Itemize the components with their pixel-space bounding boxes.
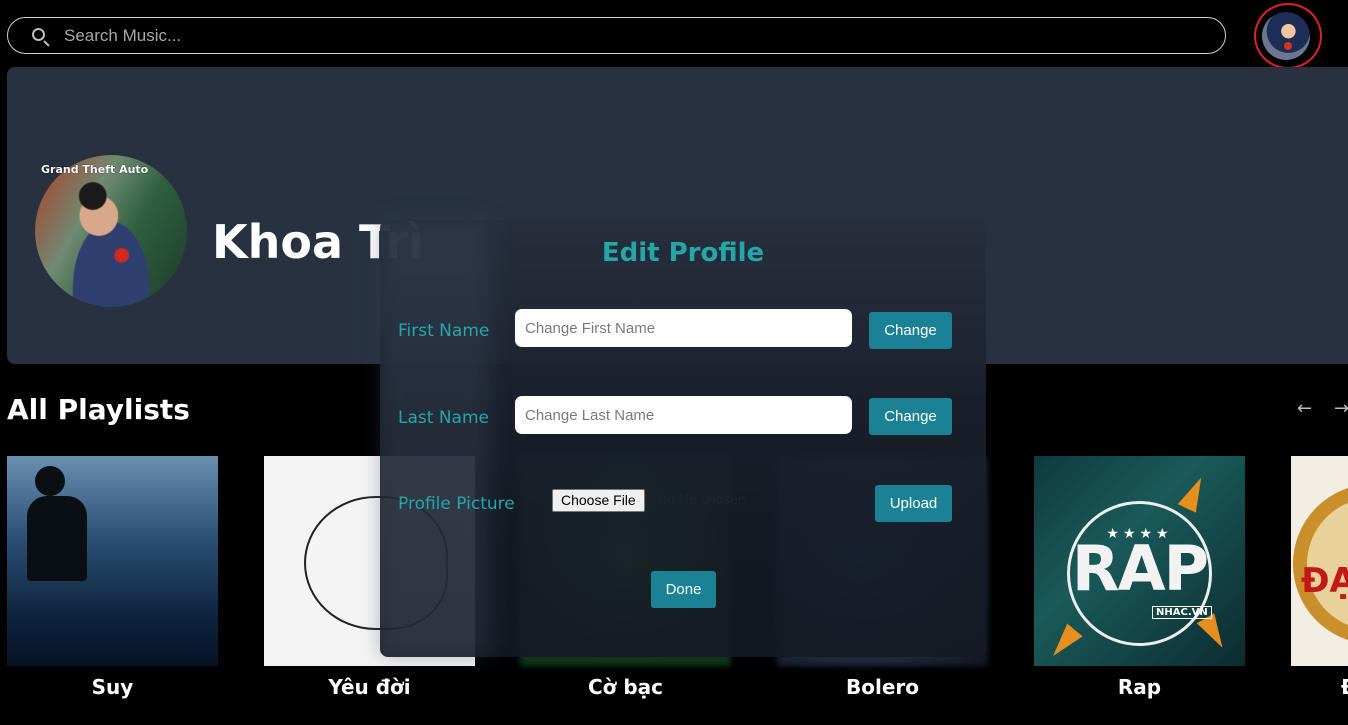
file-status: No file chosen bbox=[657, 491, 746, 507]
done-button[interactable]: Done bbox=[651, 571, 716, 608]
modal-title: Edit Profile bbox=[601, 238, 765, 268]
playlists-title: All Playlists bbox=[7, 393, 190, 426]
playlist-title[interactable]: Đ bbox=[1291, 672, 1348, 702]
first-name-label: First Name bbox=[398, 321, 490, 341]
last-name-input[interactable] bbox=[515, 396, 852, 434]
arrow-left-icon[interactable]: ← bbox=[1297, 398, 1312, 419]
playlist-cover-rap[interactable]: ★★★★ RAP NHAC.VN bbox=[1034, 456, 1245, 666]
rap-art-text: RAP bbox=[1071, 532, 1209, 605]
profile-photo: Grand Theft Auto bbox=[35, 155, 187, 307]
playlist-title[interactable]: Cờ bạc bbox=[520, 672, 731, 702]
playlist-title[interactable]: Rap bbox=[1034, 672, 1245, 702]
search-bar[interactable] bbox=[7, 17, 1226, 54]
playlist-title[interactable]: Yêu đời bbox=[264, 672, 475, 702]
profile-picture-label: Profile Picture bbox=[398, 494, 515, 514]
change-first-name-button[interactable]: Change bbox=[869, 312, 952, 349]
playlist-cover-partial[interactable]: ĐẠ bbox=[1291, 456, 1348, 666]
upload-button[interactable]: Upload bbox=[875, 485, 952, 522]
search-icon bbox=[30, 26, 50, 47]
change-last-name-button[interactable]: Change bbox=[869, 398, 952, 435]
partial-art-text: ĐẠ bbox=[1301, 561, 1348, 601]
arrow-right-icon[interactable]: → bbox=[1334, 398, 1348, 419]
playlist-title[interactable]: Bolero bbox=[777, 672, 988, 702]
rap-art-tag: NHAC.VN bbox=[1152, 606, 1212, 619]
last-name-label: Last Name bbox=[398, 408, 489, 428]
search-input[interactable] bbox=[64, 25, 1225, 46]
choose-file-button[interactable]: Choose File bbox=[552, 489, 645, 512]
profile-photo-caption: Grand Theft Auto bbox=[41, 163, 149, 176]
playlist-cover-suy[interactable] bbox=[7, 456, 218, 666]
playlist-title[interactable]: Suy bbox=[7, 672, 218, 702]
user-avatar-button[interactable] bbox=[1262, 12, 1310, 60]
modal-blur-overlay bbox=[380, 220, 490, 657]
first-name-input[interactable] bbox=[515, 309, 852, 347]
